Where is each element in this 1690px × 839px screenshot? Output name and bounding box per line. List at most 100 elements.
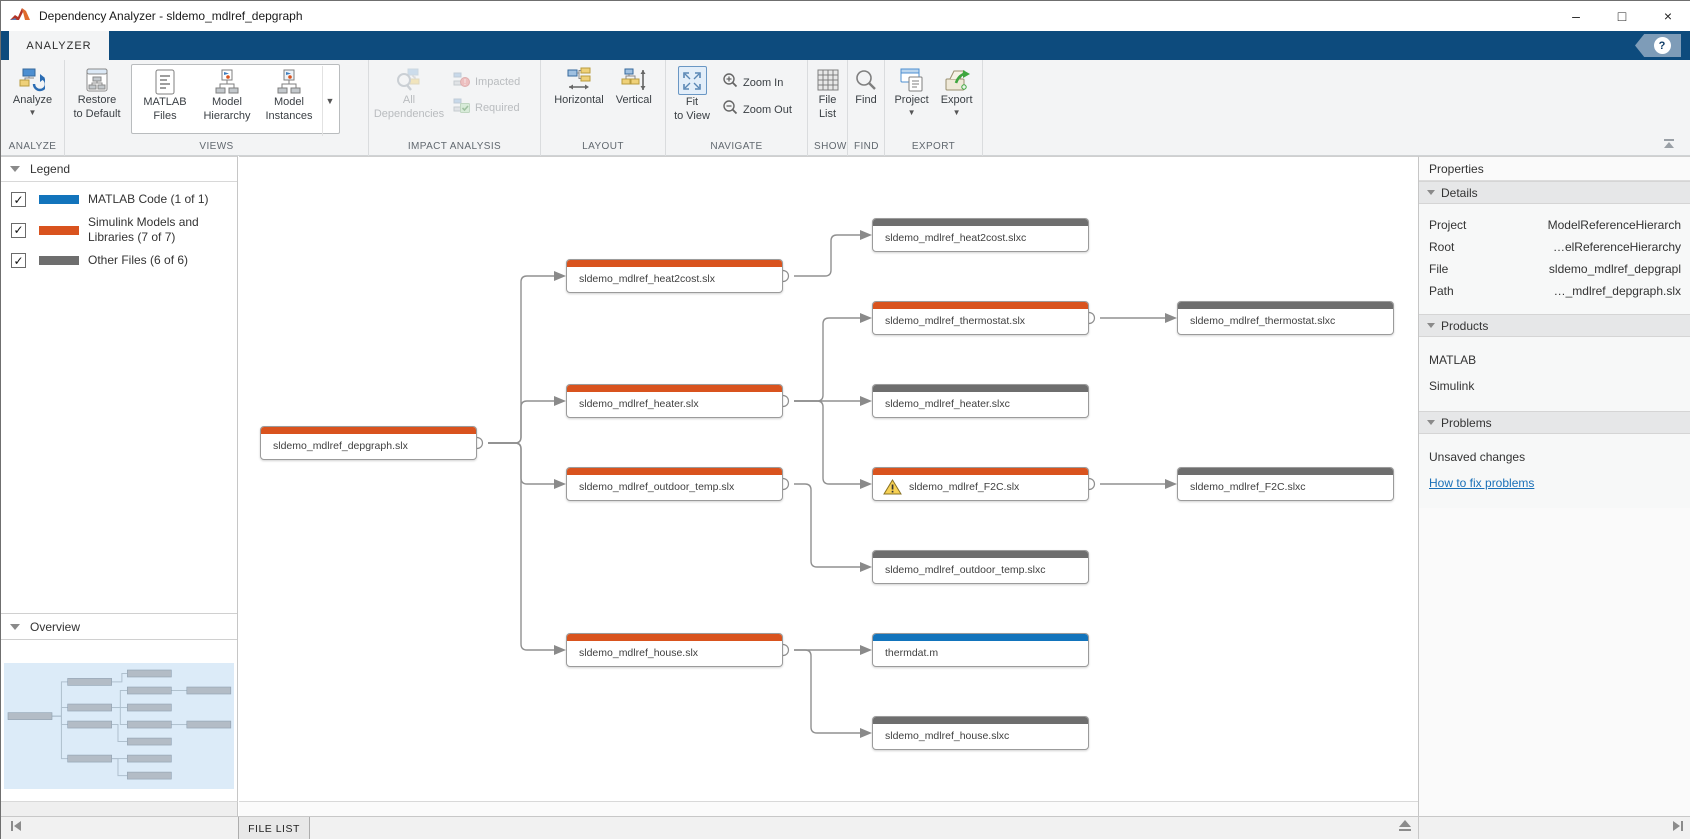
how-to-fix-problems-link[interactable]: How to fix problems — [1429, 476, 1534, 490]
export-dropdown-caret: ▼ — [953, 108, 961, 117]
project-button[interactable]: Project ▼ — [888, 64, 934, 119]
graph-node-heater[interactable]: sldemo_mdlref_heater.slx — [566, 384, 783, 418]
edge-arrowhead-icon — [860, 396, 872, 406]
views-gallery-dropdown[interactable]: ▼ — [322, 66, 337, 136]
node-type-color-bar — [873, 634, 1088, 641]
find-button[interactable]: Find — [851, 64, 882, 109]
file-list-button[interactable]: File List — [812, 64, 843, 123]
horizontal-label: Horizontal — [554, 93, 604, 107]
edge-arrowhead-icon — [554, 479, 566, 489]
minimap-node-house — [68, 755, 112, 762]
toolstrip-tab-bar: ANALYZER ? — [1, 31, 1690, 60]
property-row-file: File sldemo_mdlref_depgrapl — [1419, 258, 1690, 280]
overview-minimap[interactable] — [4, 663, 234, 789]
matlab-files-view-button[interactable]: MATLAB Files — [134, 66, 196, 132]
tab-analyzer[interactable]: ANALYZER — [9, 31, 109, 60]
analyze-button[interactable]: Analyze ▼ — [7, 64, 58, 119]
close-button[interactable]: × — [1645, 1, 1690, 31]
root-label: Root — [1429, 240, 1501, 254]
ribbon-group-show: File List SHOW — [808, 60, 848, 156]
edge-arrowhead-icon — [860, 728, 872, 738]
graph-node-heat2cost[interactable]: sldemo_mdlref_heat2cost.slx — [566, 259, 783, 293]
analyze-label: Analyze — [13, 93, 52, 107]
horizontal-layout-icon — [565, 66, 592, 93]
model-instances-view-button[interactable]: Model Instances — [258, 66, 320, 132]
maximize-button[interactable]: □ — [1599, 1, 1645, 31]
expand-file-list-icon[interactable] — [1397, 820, 1413, 836]
graph-node-thermostat[interactable]: sldemo_mdlref_thermostat.slx — [872, 301, 1089, 335]
restore-label-line2: to Default — [73, 107, 120, 121]
legend-checkbox-other-files[interactable]: ✓ — [11, 253, 26, 268]
details-collapse-icon — [1427, 190, 1435, 195]
impacted-button[interactable]: ! Impacted — [453, 72, 520, 92]
file-label: File — [1429, 262, 1501, 276]
graph-node-heat2cost_c[interactable]: sldemo_mdlref_heat2cost.slxc — [872, 218, 1089, 252]
help-button[interactable]: ? — [1635, 34, 1681, 57]
ribbon-group-impact-analysis: All Dependencies ! Impacted — [369, 60, 541, 156]
graph-node-heater_c[interactable]: sldemo_mdlref_heater.slxc — [872, 384, 1089, 418]
graph-node-depgraph[interactable]: sldemo_mdlref_depgraph.slx — [260, 426, 477, 460]
graph-node-house_c[interactable]: sldemo_mdlref_house.slxc — [872, 716, 1089, 750]
legend-checkbox-simulink-models[interactable]: ✓ — [11, 223, 26, 238]
legend-label-matlab-code: MATLAB Code (1 of 1) — [88, 192, 220, 207]
file-list-tab[interactable]: FILE LIST — [238, 817, 310, 839]
property-row-path: Path …_mdlref_depgraph.slx — [1419, 280, 1690, 302]
minimap-node-thermdat — [127, 755, 171, 762]
graph-node-f2c[interactable]: sldemo_mdlref_F2C.slx — [872, 467, 1089, 501]
graph-node-thermostat_c[interactable]: sldemo_mdlref_thermostat.slxc — [1177, 301, 1394, 335]
products-section-body: MATLAB Simulink — [1419, 337, 1690, 411]
overview-header[interactable]: Overview — [1, 613, 237, 640]
legend-item-matlab-code: ✓ MATLAB Code (1 of 1) — [1, 188, 237, 211]
problems-section-header[interactable]: Problems — [1419, 411, 1690, 434]
group-caption-impact: IMPACT ANALYSIS — [369, 139, 540, 156]
graph-node-outdoor_c[interactable]: sldemo_mdlref_outdoor_temp.slxc — [872, 550, 1089, 584]
products-section-header[interactable]: Products — [1419, 314, 1690, 337]
graph-node-outdoor[interactable]: sldemo_mdlref_outdoor_temp.slx — [566, 467, 783, 501]
minimize-button[interactable]: – — [1553, 1, 1599, 31]
graph-horizontal-scrollbar[interactable] — [239, 801, 1418, 816]
find-label: Find — [855, 93, 876, 107]
collapse-ribbon-button[interactable] — [1661, 139, 1677, 151]
node-label: sldemo_mdlref_thermostat.slx — [885, 309, 1025, 334]
required-button[interactable]: Required — [453, 98, 520, 118]
graph-node-f2c_c[interactable]: sldemo_mdlref_F2C.slxc — [1177, 467, 1394, 501]
graph-node-thermdat[interactable]: thermdat.m — [872, 633, 1089, 667]
legend-header[interactable]: Legend — [1, 157, 237, 182]
node-label: sldemo_mdlref_outdoor_temp.slx — [579, 475, 734, 500]
minimap-node-heater — [68, 704, 112, 711]
dependency-graph-canvas[interactable]: sldemo_mdlref_depgraph.slx sldemo_mdlref_… — [239, 156, 1418, 801]
node-label: sldemo_mdlref_F2C.slx — [909, 475, 1019, 500]
legend-checkbox-matlab-code[interactable]: ✓ — [11, 192, 26, 207]
graph-edge-outdoor-to-outdoor_c — [794, 484, 860, 567]
horizontal-layout-button[interactable]: Horizontal — [548, 64, 610, 109]
node-label: sldemo_mdlref_F2C.slxc — [1190, 475, 1306, 500]
minimap-node-heater_c — [127, 704, 171, 711]
edge-arrowhead-icon — [1165, 479, 1177, 489]
ribbon-group-views: Restore to Default MATLAB Files — [65, 60, 369, 156]
fit-to-view-label-line2: to View — [674, 109, 710, 123]
all-dependencies-button[interactable]: All Dependencies — [369, 64, 449, 123]
sidebar-scroll-strip[interactable] — [1, 801, 238, 816]
edge-arrowhead-icon — [1165, 313, 1177, 323]
group-caption-show: SHOW — [808, 139, 847, 156]
fit-to-view-button[interactable]: Fit to View — [666, 64, 718, 125]
project-label: Project — [1429, 218, 1501, 232]
graph-edge-heater-to-f2c — [794, 401, 860, 484]
graph-node-house[interactable]: sldemo_mdlref_house.slx — [566, 633, 783, 667]
analyze-dropdown-caret: ▼ — [29, 108, 37, 117]
restore-to-default-button[interactable]: Restore to Default — [65, 64, 129, 123]
required-label: Required — [475, 101, 520, 115]
minimap-node-depgraph — [8, 713, 52, 720]
overview-title: Overview — [30, 620, 80, 634]
minimap-node-f2c — [127, 721, 171, 728]
model-hierarchy-view-button[interactable]: Model Hierarchy — [196, 66, 258, 132]
collapse-sidebar-icon[interactable] — [11, 821, 21, 831]
zoom-in-button[interactable]: Zoom In — [722, 72, 792, 93]
export-button[interactable]: Export ▼ — [935, 64, 979, 119]
vertical-layout-button[interactable]: Vertical — [610, 64, 658, 109]
group-caption-views: VIEWS — [65, 139, 368, 156]
zoom-out-button[interactable]: Zoom Out — [722, 99, 792, 120]
problems-collapse-icon — [1427, 420, 1435, 425]
details-section-header[interactable]: Details — [1419, 181, 1690, 204]
collapse-properties-icon[interactable] — [1673, 821, 1683, 831]
